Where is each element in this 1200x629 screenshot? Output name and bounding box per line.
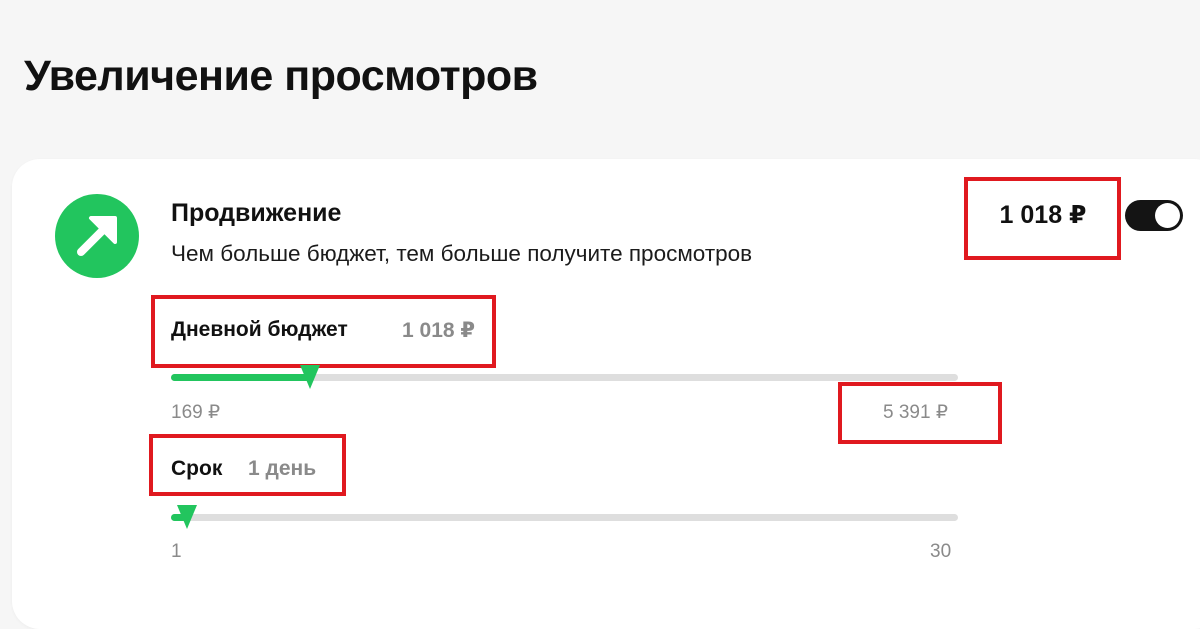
budget-highlight-box [151,295,496,368]
duration-slider-thumb[interactable] [177,505,197,529]
price-highlight-box [964,177,1121,260]
budget-slider-fill [171,374,311,381]
arrow-up-right-icon [55,194,139,278]
duration-min-label: 1 [171,541,182,562]
budget-slider-thumb[interactable] [300,365,321,389]
promo-title: Продвижение [171,199,342,227]
budget-max-highlight-box [838,382,1002,444]
budget-min-label: 169 ₽ [171,402,221,423]
duration-slider[interactable] [171,505,958,529]
page-title: Увеличение просмотров [24,52,538,100]
promo-toggle[interactable] [1125,200,1183,231]
budget-slider[interactable] [171,365,958,389]
promo-description: Чем больше бюджет, тем больше получите п… [171,241,753,266]
toggle-knob [1155,203,1180,228]
duration-highlight-box [149,434,346,496]
duration-max-label: 30 [930,541,952,562]
